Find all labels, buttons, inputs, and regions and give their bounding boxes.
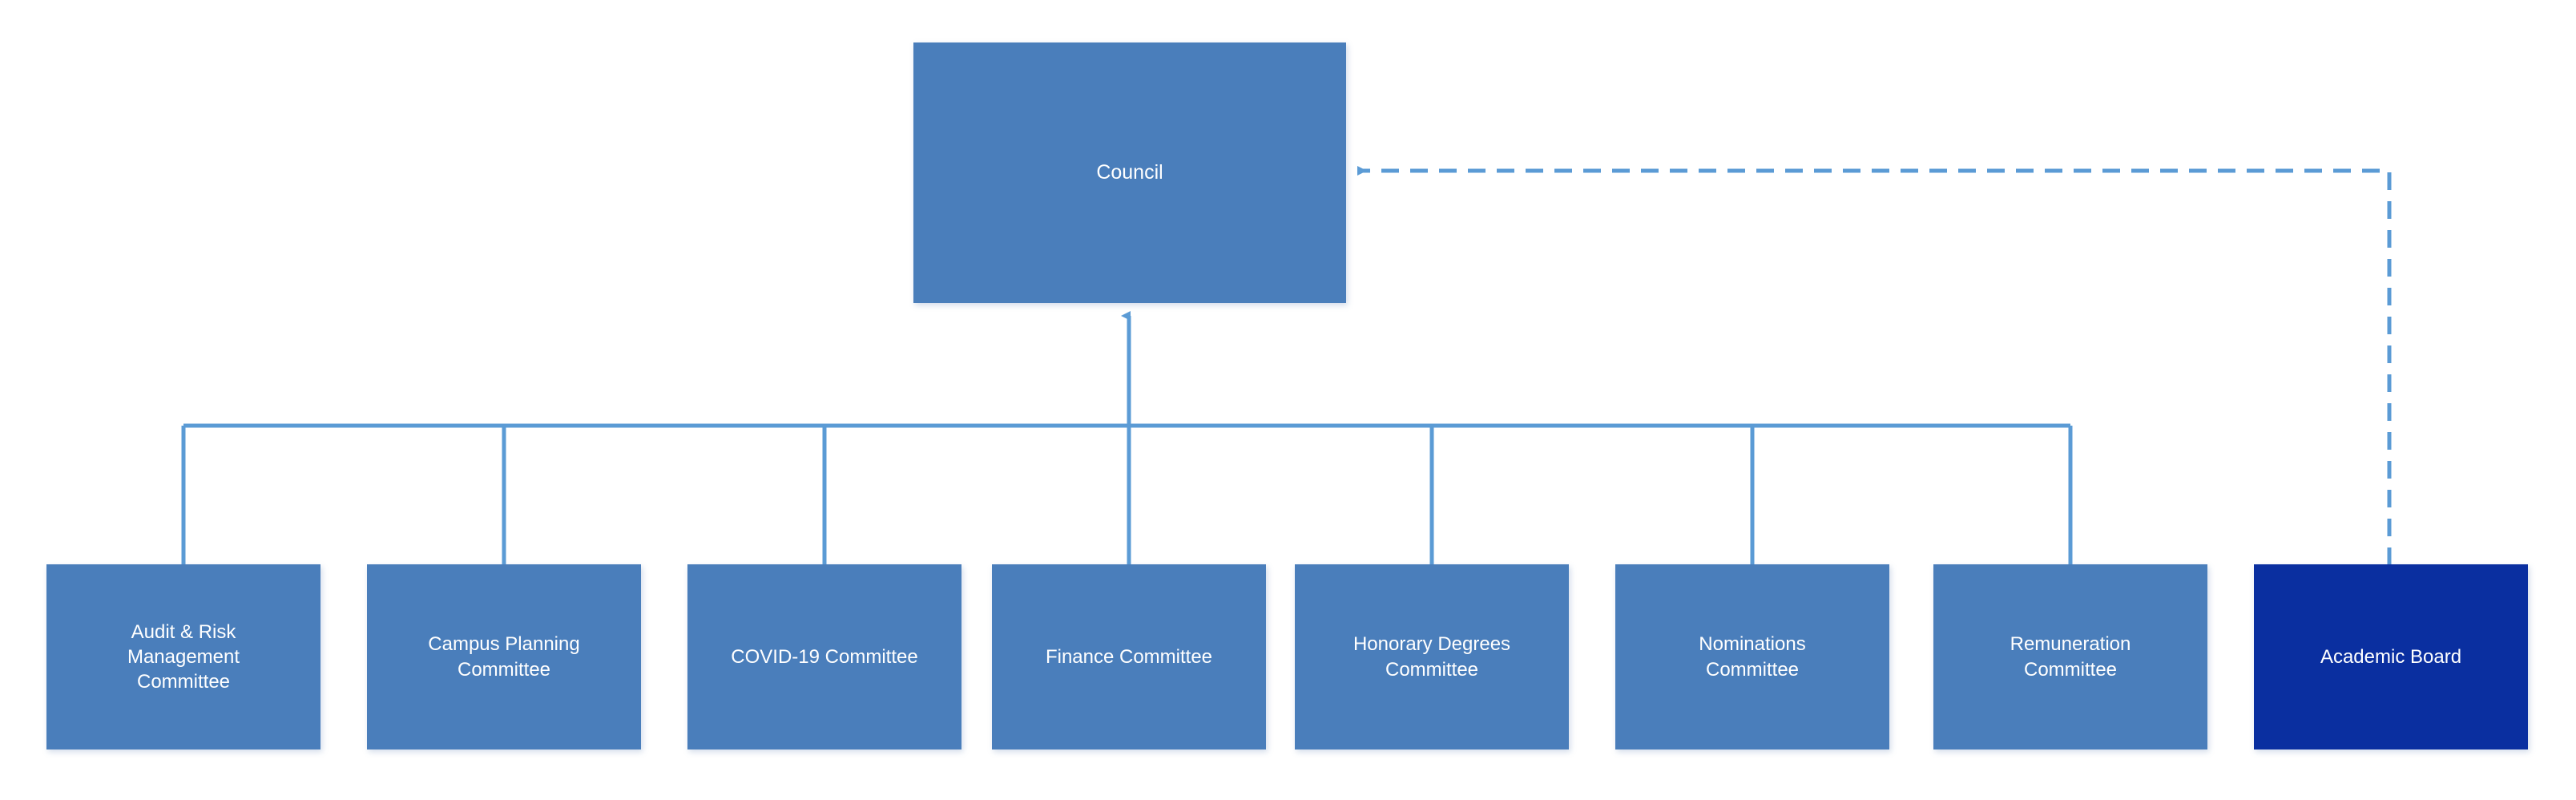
dashed-connector-group [1357, 166, 2392, 565]
node-audit-risk-management-committee[interactable]: Audit & Risk Management Committee [46, 564, 320, 749]
node-nominations-committee[interactable]: Nominations Committee [1615, 564, 1889, 749]
node-finance-committee-label: Finance Committee [1045, 645, 1213, 668]
node-council[interactable]: Council [913, 42, 1346, 303]
node-honorary-degrees-committee[interactable]: Honorary Degrees Committee [1295, 564, 1569, 749]
node-council-label: Council [1096, 161, 1163, 184]
org-chart-canvas: Council Audit & Risk Management Committe… [0, 0, 2576, 800]
node-remuneration-committee[interactable]: Remuneration Committee [1933, 564, 2207, 749]
node-audit-risk-management-committee-label: Audit & Risk Management Committee [127, 620, 240, 693]
node-academic-board[interactable]: Academic Board [2254, 564, 2528, 749]
node-remuneration-committee-label: Remuneration Committee [2010, 633, 2131, 681]
node-nominations-committee-label: Nominations Committee [1699, 633, 1806, 681]
node-covid-19-committee[interactable]: COVID-19 Committee [687, 564, 961, 749]
node-finance-committee[interactable]: Finance Committee [992, 564, 1266, 749]
node-covid-19-committee-label: COVID-19 Committee [731, 645, 918, 668]
solid-connector-group [181, 311, 2073, 566]
node-honorary-degrees-committee-label: Honorary Degrees Committee [1353, 633, 1511, 681]
node-academic-board-label: Academic Board [2320, 645, 2462, 668]
node-campus-planning-committee[interactable]: Campus Planning Committee [367, 564, 641, 749]
connector-dashed-academic-board-to-council [1357, 166, 2392, 565]
node-campus-planning-committee-label: Campus Planning Committee [428, 633, 580, 681]
